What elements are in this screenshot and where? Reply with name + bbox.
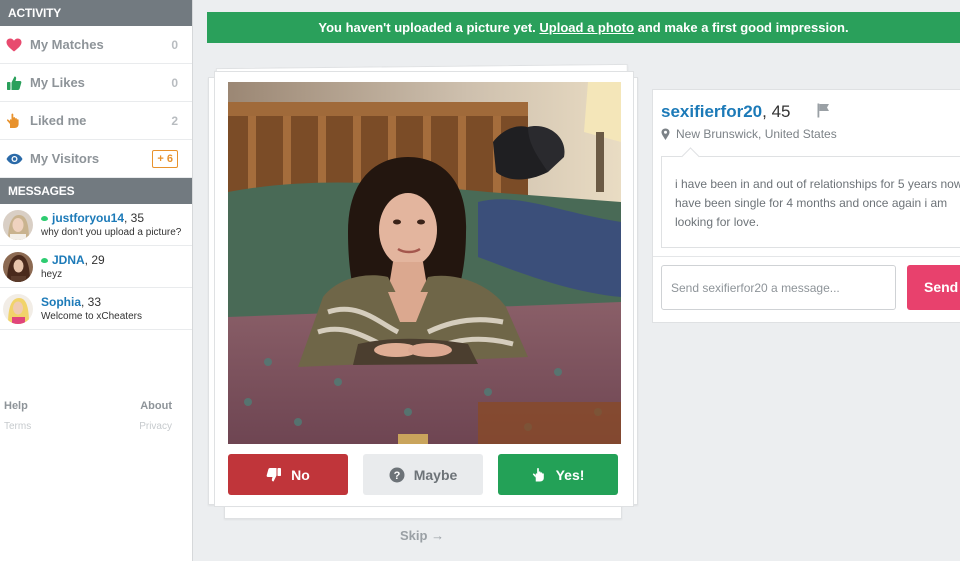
thumbs-down-icon bbox=[266, 467, 282, 483]
flag-icon[interactable] bbox=[817, 103, 830, 123]
hand-icon bbox=[5, 112, 23, 130]
sidebar: ACTIVITY My Matches 0 My Likes 0 Liked m… bbox=[0, 0, 193, 561]
question-icon: ? bbox=[389, 467, 405, 483]
yes-label: Yes! bbox=[555, 466, 585, 483]
message-thread-sophia[interactable]: Sophia, 33 Welcome to xCheaters bbox=[0, 288, 192, 330]
message-thread-justforyou14[interactable]: justforyou14, 35 why don't you upload a … bbox=[0, 204, 192, 246]
profile-location: New Brunswick, United States bbox=[661, 127, 837, 141]
banner-text-suffix: and make a first good impression. bbox=[634, 20, 849, 35]
about-link[interactable]: About bbox=[140, 400, 172, 412]
message-thread-jdna[interactable]: JDNA, 29 heyz bbox=[0, 246, 192, 288]
maybe-label: Maybe bbox=[413, 466, 458, 483]
sender-age: , 29 bbox=[84, 252, 105, 267]
sidebar-item-my-visitors[interactable]: My Visitors + 6 bbox=[0, 140, 192, 178]
sender-name: Sophia bbox=[41, 294, 82, 309]
privacy-link[interactable]: Privacy bbox=[139, 421, 172, 432]
avatar bbox=[3, 293, 33, 324]
message-snippet: heyz bbox=[41, 268, 63, 280]
yes-button[interactable]: Yes! bbox=[498, 454, 618, 495]
visitors-badge: + 6 bbox=[152, 149, 178, 168]
profile-name: sexifierfor20, 45 bbox=[661, 102, 790, 122]
avatar bbox=[3, 251, 33, 282]
sidebar-item-label: My Likes bbox=[30, 75, 85, 90]
sender-age: , 35 bbox=[124, 210, 145, 225]
help-link[interactable]: Help bbox=[4, 400, 28, 412]
activity-header: ACTIVITY bbox=[0, 0, 192, 26]
thumbs-up-icon bbox=[5, 74, 23, 92]
no-label: No bbox=[291, 466, 310, 483]
heart-icon bbox=[5, 36, 23, 54]
online-indicator bbox=[41, 257, 48, 263]
hand-icon bbox=[532, 466, 547, 483]
banner-text: You haven't uploaded a picture yet. bbox=[318, 20, 540, 35]
profile-panel: sexifierfor20, 45 New Brunswick, United … bbox=[652, 89, 960, 323]
location-pin-icon bbox=[661, 128, 670, 140]
sidebar-item-label: My Matches bbox=[30, 37, 104, 52]
sender-name: JDNA bbox=[52, 252, 85, 267]
eye-icon bbox=[5, 150, 23, 168]
profile-card: No ? Maybe Yes! bbox=[214, 71, 634, 507]
sender-name: justforyou14 bbox=[52, 210, 125, 225]
profile-age: , 45 bbox=[762, 102, 791, 121]
sidebar-item-label: Liked me bbox=[30, 113, 87, 128]
upload-photo-link[interactable]: Upload a photo bbox=[539, 20, 634, 35]
sidebar-item-my-likes[interactable]: My Likes 0 bbox=[0, 64, 192, 102]
sender-age: , 33 bbox=[81, 294, 102, 309]
sidebar-item-liked-me[interactable]: Liked me 2 bbox=[0, 102, 192, 140]
message-snippet: Welcome to xCheaters bbox=[41, 310, 142, 322]
profile-bio: i have been in and out of relationships … bbox=[661, 156, 960, 248]
sidebar-item-my-matches[interactable]: My Matches 0 bbox=[0, 26, 192, 64]
online-indicator bbox=[41, 215, 48, 221]
sidebar-item-label: My Visitors bbox=[30, 151, 100, 166]
messages-header: MESSAGES bbox=[0, 178, 192, 204]
sidebar-footer: Help About Terms Privacy bbox=[0, 400, 192, 432]
divider bbox=[653, 256, 960, 257]
message-snippet: why don't you upload a picture? bbox=[41, 226, 182, 238]
profile-photo[interactable] bbox=[228, 82, 621, 444]
count: 0 bbox=[171, 75, 178, 90]
profile-username[interactable]: sexifierfor20 bbox=[661, 102, 762, 121]
message-input[interactable] bbox=[661, 265, 896, 310]
svg-text:?: ? bbox=[393, 470, 400, 482]
count: 2 bbox=[171, 113, 178, 128]
maybe-button[interactable]: ? Maybe bbox=[363, 454, 483, 495]
send-button[interactable]: Send bbox=[907, 265, 960, 310]
avatar bbox=[3, 209, 33, 240]
count: 0 bbox=[171, 37, 178, 52]
terms-link[interactable]: Terms bbox=[4, 421, 31, 432]
location-text: New Brunswick, United States bbox=[676, 127, 837, 141]
upload-photo-banner: You haven't uploaded a picture yet. Uplo… bbox=[207, 12, 960, 43]
skip-button[interactable]: Skip → bbox=[400, 528, 444, 543]
no-button[interactable]: No bbox=[228, 454, 348, 495]
